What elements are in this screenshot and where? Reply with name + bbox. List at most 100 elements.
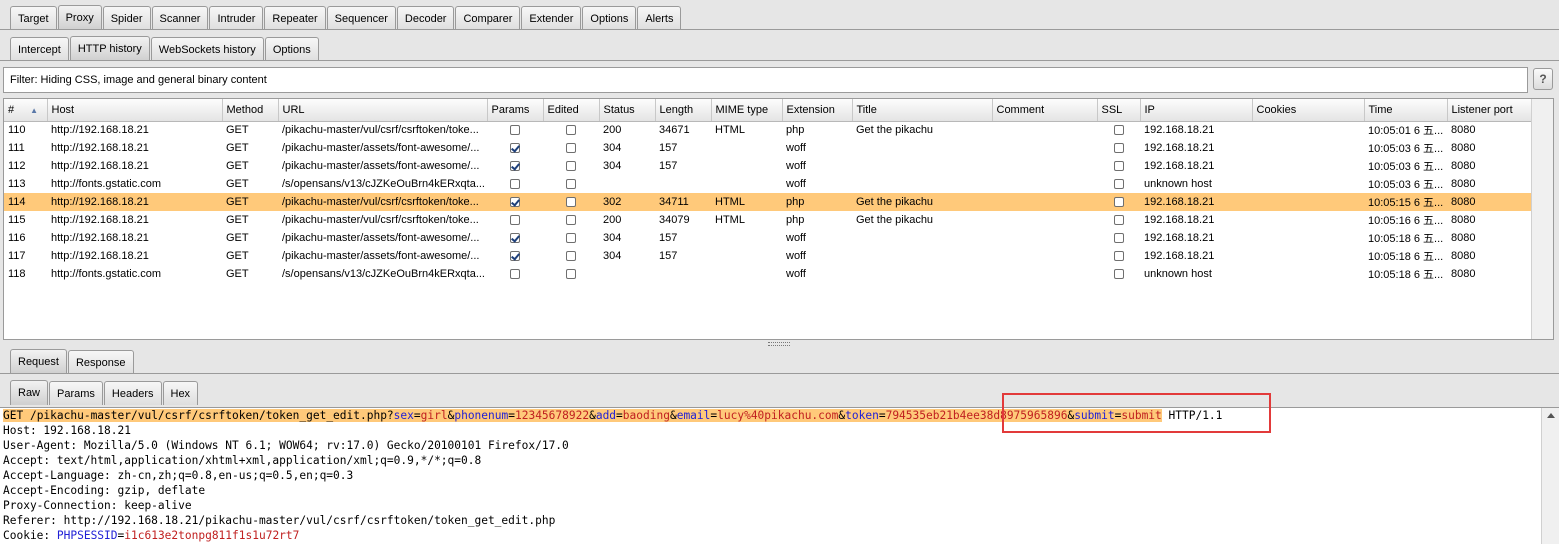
table-row[interactable]: 113 http://fonts.gstatic.com GET/s/opensan… <box>4 175 1531 193</box>
column-header-params[interactable]: Params <box>487 99 544 122</box>
tab-scanner[interactable]: Scanner <box>151 6 209 30</box>
proxy-tab-options[interactable]: Options <box>264 37 319 61</box>
cell-params <box>487 139 543 157</box>
request-header-line: Accept-Language: zh-cn,zh;q=0.8,en-us;q=… <box>3 469 354 482</box>
column-header-number[interactable]: # ▲ <box>4 99 48 122</box>
column-header-ssl[interactable]: SSL <box>1097 99 1141 122</box>
column-header-listener-port[interactable]: Listener port <box>1447 99 1532 122</box>
cell-status: 302 <box>599 193 655 211</box>
params-checkbox <box>510 250 520 261</box>
proxy-tab-websockets-history[interactable]: WebSockets history <box>150 37 264 61</box>
cell-method: GET <box>226 268 249 280</box>
cell-ip: 192.168.18.21 <box>1144 250 1215 262</box>
column-header-label: Method <box>226 103 264 116</box>
cell-comment <box>992 265 1097 283</box>
cell-num: 116 <box>8 232 26 244</box>
query-param-value: lucy%40pikachu.com <box>717 409 839 422</box>
column-header-host[interactable]: Host <box>47 99 223 122</box>
cell-comment <box>992 157 1097 175</box>
table-row[interactable]: 115 http://192.168.18.21 GET/pikachu-maste… <box>4 211 1531 229</box>
cell-host: http://192.168.18.21 <box>51 142 149 154</box>
help-icon: ? <box>1539 72 1547 86</box>
cell-edited <box>543 265 599 283</box>
table-row[interactable]: 112 http://192.168.18.21 GET/pikachu-maste… <box>4 157 1531 175</box>
view-tab-headers[interactable]: Headers <box>103 381 162 405</box>
cell-ssl <box>1097 193 1140 211</box>
column-header-url[interactable]: URL <box>278 99 488 122</box>
raw-scrollbar[interactable] <box>1541 408 1559 544</box>
ssl-checkbox <box>1113 232 1124 243</box>
cell-ext: woff <box>786 178 806 190</box>
cell-method: GET <box>226 142 249 154</box>
column-header-comment[interactable]: Comment <box>992 99 1098 122</box>
column-header-ip[interactable]: IP <box>1140 99 1253 122</box>
cell-status: 304 <box>603 142 622 154</box>
tab-intruder[interactable]: Intruder <box>209 6 264 30</box>
column-header-label: Cookies <box>1256 103 1297 116</box>
cell-time: 10:05:03 6 五... <box>1368 161 1444 173</box>
help-button[interactable]: ? <box>1533 68 1553 90</box>
cell-length <box>655 265 711 283</box>
token-highlight-box <box>1002 393 1271 433</box>
table-row[interactable]: 116 http://192.168.18.21 GET/pikachu-maste… <box>4 229 1531 247</box>
tab-repeater[interactable]: Repeater <box>264 6 326 30</box>
tab-proxy[interactable]: Proxy <box>57 5 102 30</box>
column-header-title[interactable]: Title <box>852 99 993 122</box>
tab-comparer[interactable]: Comparer <box>455 6 521 30</box>
tab-response[interactable]: Response <box>67 350 134 374</box>
cell-port: 8080 <box>1451 268 1476 280</box>
cell-title <box>852 247 992 265</box>
table-row[interactable]: 114 http://192.168.18.21 GET/pikachu-maste… <box>4 193 1531 211</box>
cell-ssl <box>1097 211 1140 229</box>
column-header-extension[interactable]: Extension <box>782 99 853 122</box>
cell-cookies <box>1252 139 1364 157</box>
edited-checkbox <box>566 178 576 189</box>
cell-cookies <box>1252 211 1364 229</box>
raw-request-editor[interactable]: GET /pikachu-master/vul/csrf/csrftoken/t… <box>0 407 1559 544</box>
split-handle[interactable] <box>768 342 790 346</box>
table-scrollbar[interactable] <box>1531 99 1553 339</box>
cell-ip: 192.168.18.21 <box>1144 160 1215 172</box>
proxy-tab-intercept[interactable]: Intercept <box>10 37 69 61</box>
ssl-checkbox <box>1113 124 1124 135</box>
cell-time: 10:05:01 6 五... <box>1368 125 1444 138</box>
view-tab-hex[interactable]: Hex <box>162 381 199 405</box>
cell-status: 304 <box>603 232 622 244</box>
column-header-time[interactable]: Time <box>1364 99 1448 122</box>
proxy-tab-http-history[interactable]: HTTP history <box>69 36 150 61</box>
cell-mime: HTML <box>715 214 745 226</box>
tab-options[interactable]: Options <box>582 6 637 30</box>
table-row[interactable]: 118 http://fonts.gstatic.com GET/s/opensan… <box>4 265 1531 283</box>
tab-alerts[interactable]: Alerts <box>637 6 682 30</box>
view-tab-raw[interactable]: Raw <box>10 380 49 405</box>
table-row[interactable]: 111 http://192.168.18.21 GET/pikachu-maste… <box>4 139 1531 157</box>
tab-spider[interactable]: Spider <box>102 6 151 30</box>
cell-status: 200 <box>603 124 622 137</box>
column-header-method[interactable]: Method <box>222 99 279 122</box>
cell-port: 8080 <box>1451 160 1476 172</box>
tab-request[interactable]: Request <box>10 349 67 374</box>
query-param-name: add <box>595 409 617 422</box>
cell-comment <box>992 175 1097 193</box>
column-header-status[interactable]: Status <box>599 99 656 122</box>
tab-target[interactable]: Target <box>10 6 57 30</box>
tab-decoder[interactable]: Decoder <box>396 6 455 30</box>
tab-sequencer[interactable]: Sequencer <box>326 6 396 30</box>
view-tab-params[interactable]: Params <box>49 381 103 405</box>
params-checkbox <box>510 142 520 153</box>
filter-bar[interactable]: Filter: Hiding CSS, image and general bi… <box>3 67 1528 93</box>
cell-title <box>852 229 992 247</box>
tab-extender[interactable]: Extender <box>521 6 582 30</box>
cell-cookies <box>1252 247 1364 265</box>
cell-length: 157 <box>659 250 678 262</box>
scroll-up-icon[interactable] <box>1547 413 1555 418</box>
column-header-length[interactable]: Length <box>655 99 712 122</box>
column-header-cookies[interactable]: Cookies <box>1252 99 1365 122</box>
cell-num: 115 <box>8 214 26 226</box>
table-row[interactable]: 110 http://192.168.18.21 GET/pikachu-maste… <box>4 121 1531 139</box>
column-header-mime-type[interactable]: MIME type <box>711 99 783 122</box>
table-row[interactable]: 117 http://192.168.18.21 GET/pikachu-maste… <box>4 247 1531 265</box>
cell-status: 304 <box>603 160 622 172</box>
cell-method: GET <box>226 160 249 172</box>
column-header-edited[interactable]: Edited <box>543 99 600 122</box>
